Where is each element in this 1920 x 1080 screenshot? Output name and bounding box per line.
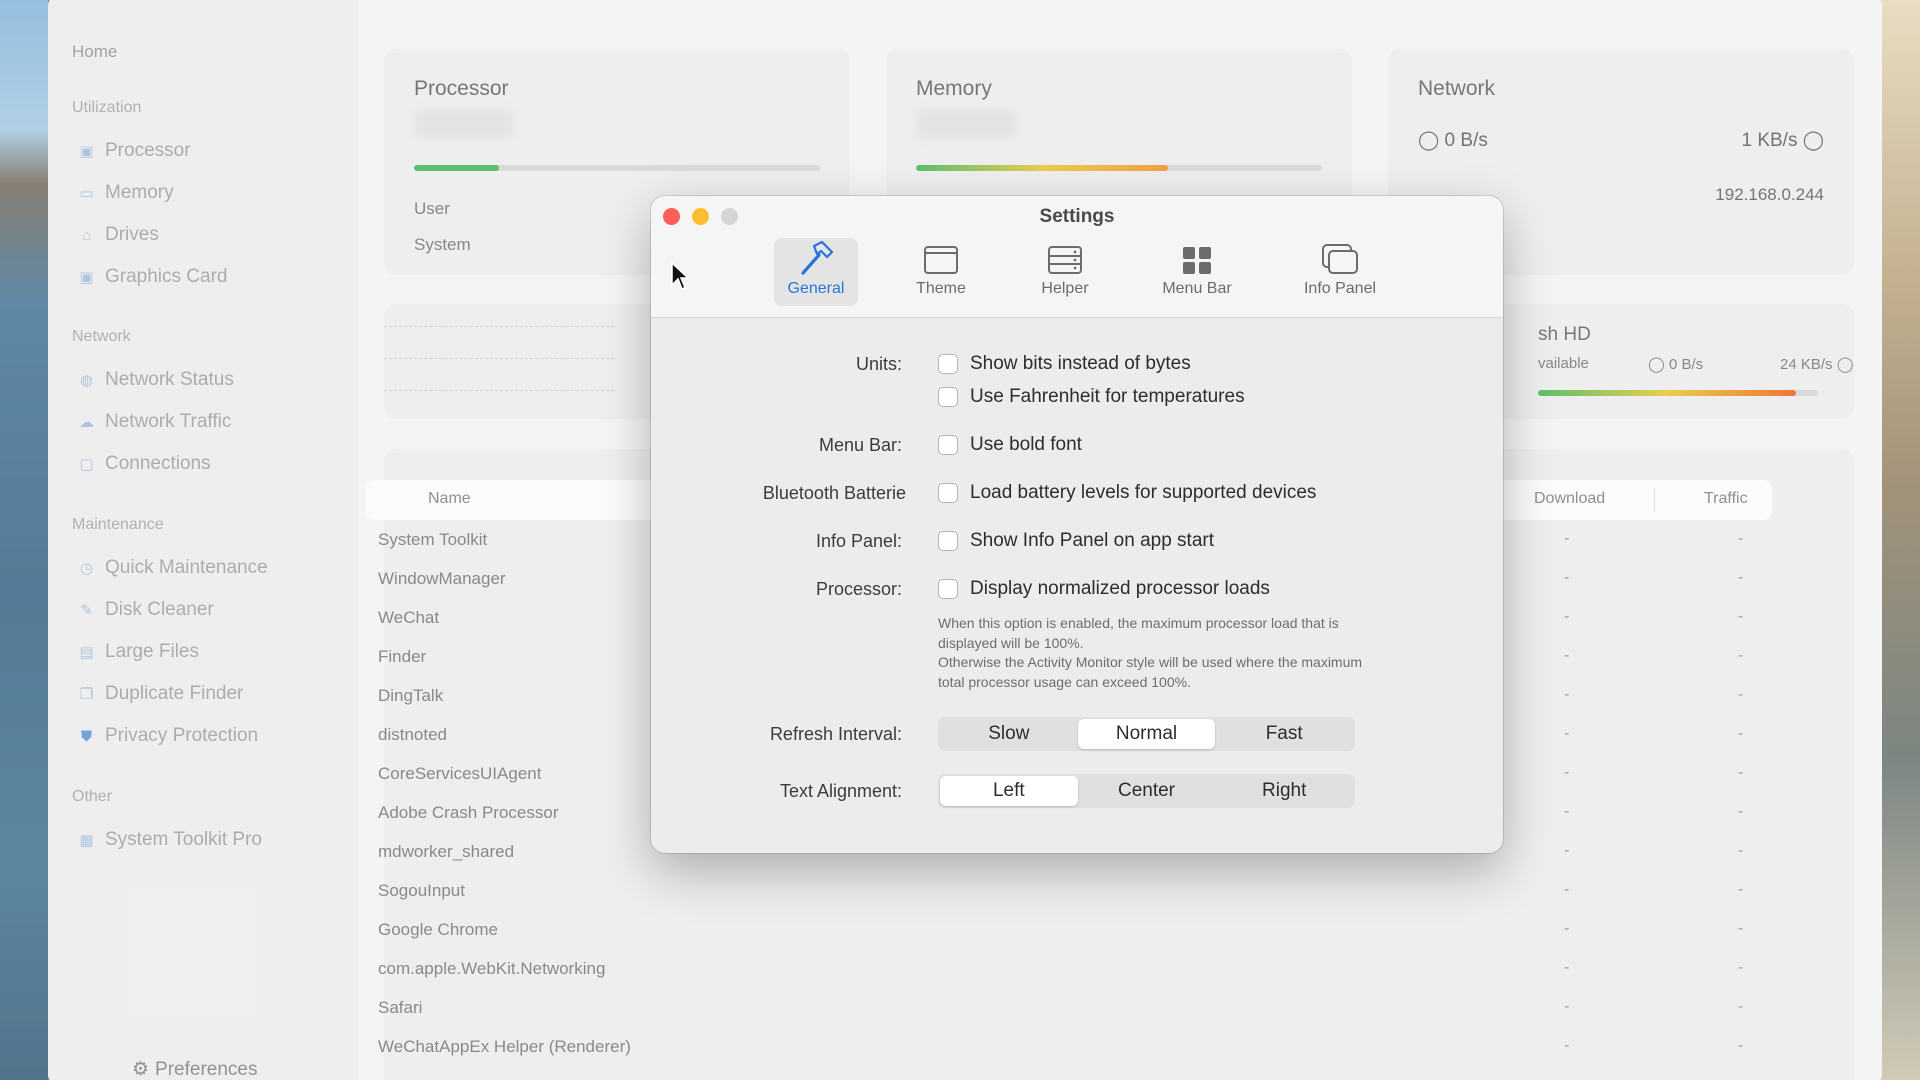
tab-general[interactable]: General — [774, 238, 858, 306]
tab-theme[interactable]: Theme — [899, 238, 983, 306]
help-line: total processor usage can exceed 100%. — [938, 673, 1191, 690]
refresh-fast-option[interactable]: Fast — [1215, 719, 1353, 749]
align-right-option[interactable]: Right — [1215, 776, 1353, 806]
refresh-interval-label: Refresh Interval: — [769, 724, 902, 744]
checkbox-label: Use Fahrenheit for temperatures — [970, 386, 1245, 407]
normalized-loads-checkbox[interactable]: Display normalized processor loads — [938, 578, 1270, 600]
bold-font-checkbox[interactable]: Use bold font — [938, 434, 1082, 456]
checkbox-label: Load battery levels for supported device… — [970, 482, 1317, 503]
checkbox-label: Show Info Panel on app start — [970, 530, 1214, 551]
settings-dialog: Settings General Theme Helper Menu Bar I… — [651, 196, 1503, 853]
tab-label: Helper — [1041, 280, 1089, 297]
help-line: displayed will be 100%. — [938, 634, 1084, 651]
grid-icon — [1183, 247, 1211, 274]
align-center-option[interactable]: Center — [1078, 776, 1216, 806]
refresh-normal-option[interactable]: Normal — [1077, 719, 1216, 749]
info-panel-start-checkbox[interactable]: Show Info Panel on app start — [938, 530, 1214, 552]
checkbox-box[interactable] — [938, 387, 958, 407]
tab-menu-bar[interactable]: Menu Bar — [1147, 238, 1247, 306]
checkbox-label: Display normalized processor loads — [970, 578, 1270, 599]
info-panel-label: Info Panel: — [815, 531, 902, 551]
fahrenheit-checkbox[interactable]: Use Fahrenheit for temperatures — [938, 386, 1245, 408]
text-alignment-label: Text Alignment: — [779, 781, 902, 801]
checkbox-box[interactable] — [938, 483, 958, 503]
mouse-cursor-icon — [671, 261, 690, 291]
refresh-interval-control: Slow Normal Fast — [938, 717, 1355, 751]
tab-label: Theme — [916, 280, 966, 297]
processor-label: Processor: — [815, 579, 902, 599]
help-line: Otherwise the Activity Monitor style wil… — [938, 654, 1363, 670]
battery-levels-checkbox[interactable]: Load battery levels for supported device… — [938, 482, 1316, 504]
checkbox-box[interactable] — [938, 354, 958, 374]
refresh-slow-option[interactable]: Slow — [940, 719, 1078, 749]
bluetooth-label: Bluetooth Batterie — [762, 483, 906, 503]
tab-label: General — [787, 280, 845, 297]
checkbox-label: Show bits instead of bytes — [970, 353, 1191, 374]
server-icon — [1048, 246, 1082, 274]
processor-help-text: When this option is enabled, the maximum… — [938, 614, 1458, 692]
tab-label: Info Panel — [1303, 280, 1377, 297]
hammer-icon — [801, 240, 834, 275]
units-label: Units: — [855, 354, 902, 374]
settings-title: Settings — [1039, 206, 1115, 227]
bits-checkbox[interactable]: Show bits instead of bytes — [938, 353, 1191, 375]
checkbox-box[interactable] — [938, 531, 958, 551]
window-icon — [924, 246, 958, 274]
settings-toolbar: Settings General Theme Helper Menu Bar I… — [651, 196, 1503, 318]
tab-label: Menu Bar — [1162, 280, 1232, 297]
menu-bar-label: Menu Bar: — [818, 435, 902, 455]
checkbox-box[interactable] — [938, 435, 958, 455]
checkbox-box[interactable] — [938, 579, 958, 599]
checkbox-label: Use bold font — [970, 434, 1082, 455]
tab-helper[interactable]: Helper — [1023, 238, 1107, 306]
tab-info-panel[interactable]: Info Panel — [1285, 238, 1395, 306]
help-line: When this option is enabled, the maximum… — [938, 615, 1339, 631]
text-alignment-control: Left Center Right — [938, 774, 1355, 808]
align-left-option[interactable]: Left — [940, 776, 1078, 806]
stacked-windows-icon — [1322, 244, 1358, 274]
